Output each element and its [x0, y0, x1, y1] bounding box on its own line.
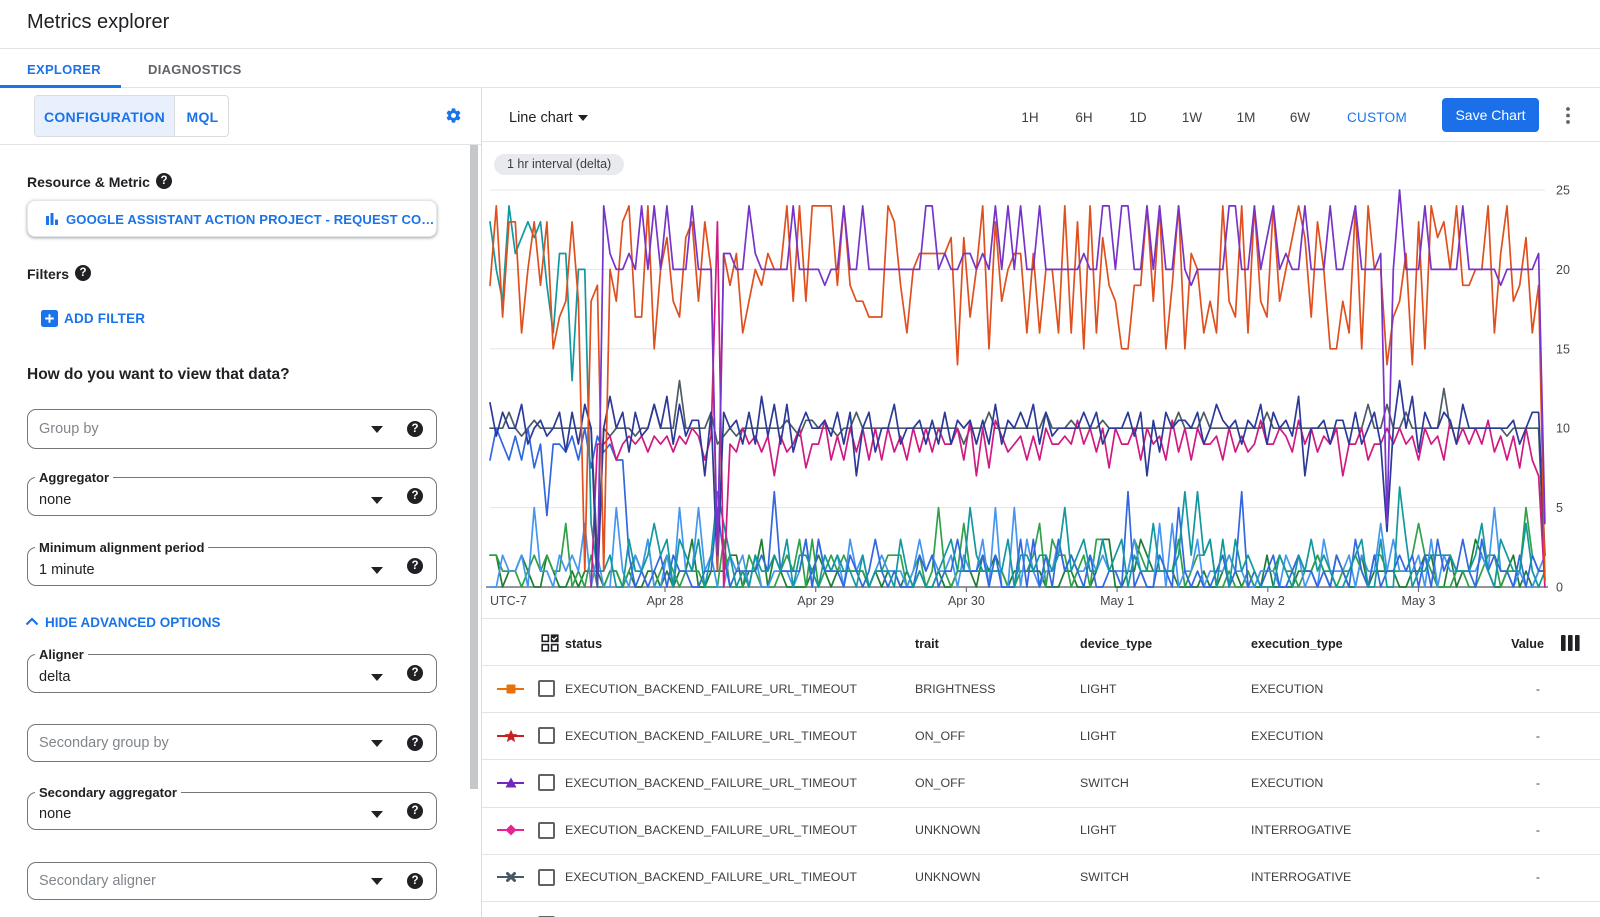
svg-text:5: 5 — [1556, 501, 1563, 515]
svg-text:Apr 29: Apr 29 — [797, 594, 834, 608]
svg-text:May 3: May 3 — [1401, 594, 1435, 608]
svg-text:15: 15 — [1556, 342, 1570, 356]
svg-text:20: 20 — [1556, 263, 1570, 277]
svg-text:Apr 28: Apr 28 — [647, 594, 684, 608]
svg-text:UTC-7: UTC-7 — [490, 594, 527, 608]
svg-text:10: 10 — [1556, 422, 1570, 436]
svg-text:25: 25 — [1556, 184, 1570, 198]
svg-text:0: 0 — [1556, 581, 1563, 595]
svg-text:Apr 30: Apr 30 — [948, 594, 985, 608]
svg-text:May 1: May 1 — [1100, 594, 1134, 608]
svg-text:May 2: May 2 — [1251, 594, 1285, 608]
